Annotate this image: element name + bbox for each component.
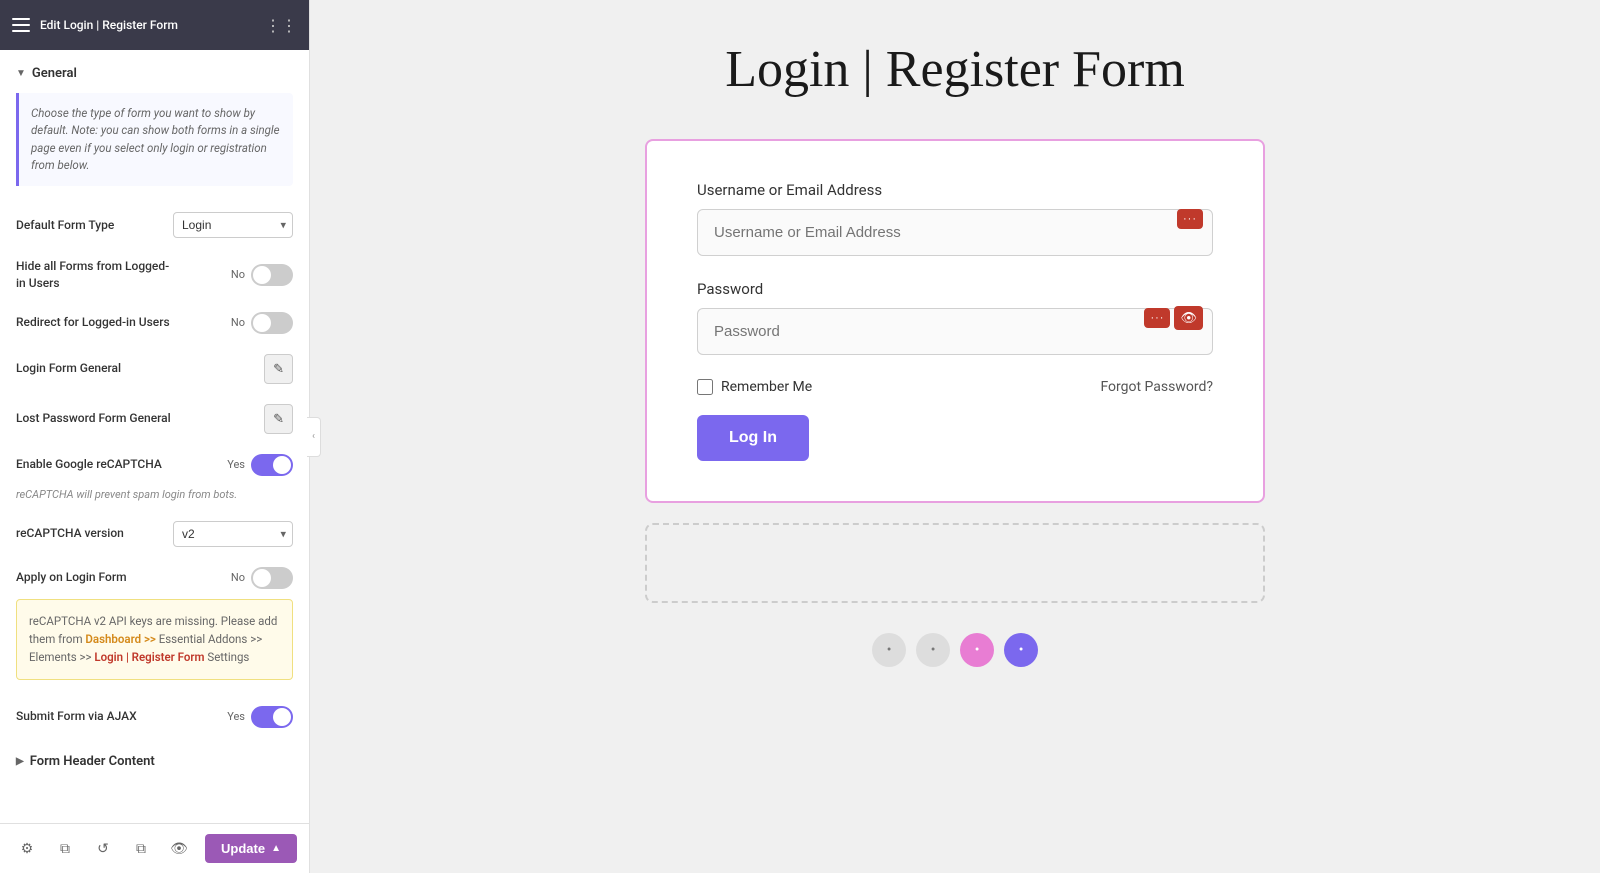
login-form-general-edit-button[interactable]: ✎ [264,354,293,384]
submit-ajax-toggle[interactable] [251,706,293,728]
warning-box: reCAPTCHA v2 API keys are missing. Pleas… [16,599,293,680]
password-eye-button[interactable]: 👁 [1174,306,1203,330]
history-icon[interactable]: ↺ [88,834,118,864]
sidebar-header: Edit Login | Register Form ⋮⋮ [0,0,309,50]
default-form-type-row: Default Form Type Login Register [0,202,309,248]
recaptcha-version-select-wrap: v2 v3 [173,521,293,547]
preview-icon[interactable]: 👁 [164,834,194,864]
general-section-header[interactable]: ▼ General [0,50,309,93]
recaptcha-note: reCAPTCHA will prevent spam login from b… [0,486,309,511]
register-form-card [645,523,1265,603]
remember-me-checkbox[interactable] [697,379,713,395]
chevron-up-icon: ▲ [271,843,281,854]
recaptcha-toggle[interactable] [251,454,293,476]
username-field-wrap: Username or Email Address ··· [697,181,1213,256]
apply-login-label: Apply on Login Form [16,569,127,586]
default-form-type-label: Default Form Type [16,217,114,234]
update-button[interactable]: Update ▲ [205,834,297,863]
sidebar-title: Edit Login | Register Form [40,18,255,32]
recaptcha-toggle-wrap: Yes [227,454,293,476]
main-content: Login | Register Form Username or Email … [310,0,1600,873]
login-form-general-row: Login Form General ✎ [0,344,309,394]
form-header-label: Form Header Content [30,754,155,769]
pagination: • • • • [872,633,1038,667]
recaptcha-label: Enable Google reCAPTCHA [16,456,162,473]
page-dot-4[interactable]: • [1004,633,1038,667]
info-box: Choose the type of form you want to show… [16,93,293,186]
username-field-icon: ··· [1177,209,1203,229]
redirect-label: Redirect for Logged-in Users [16,314,170,331]
layers-icon[interactable]: ⧉ [50,834,80,864]
redirect-row: Redirect for Logged-in Users No [0,302,309,344]
apply-login-toggle-wrap: No [231,567,293,589]
login-form-card: Username or Email Address ··· Password ·… [645,139,1265,503]
password-label: Password [697,280,1213,298]
remember-left: Remember Me [697,379,812,395]
recaptcha-row: Enable Google reCAPTCHA Yes [0,444,309,486]
form-header-section[interactable]: ▶ Form Header Content [0,738,309,781]
recaptcha-version-row: reCAPTCHA version v2 v3 [0,511,309,557]
redirect-toggle-wrap: No [231,312,293,334]
submit-ajax-toggle-wrap: Yes [227,706,293,728]
duplicate-icon[interactable]: ⧉ [126,834,156,864]
warning-text3: Settings [205,650,250,664]
password-field-wrap: Password ··· 👁 [697,280,1213,355]
chevron-right-icon: ▶ [16,756,24,767]
sidebar-footer: ⚙ ⧉ ↺ ⧉ 👁 Update ▲ [0,823,309,873]
login-button[interactable]: Log In [697,415,809,461]
settings-icon[interactable]: ⚙ [12,834,42,864]
hamburger-menu[interactable] [12,18,30,32]
sidebar-content: ▼ General Choose the type of form you wa… [0,50,309,873]
password-input[interactable] [697,308,1213,355]
username-input[interactable] [697,209,1213,256]
forgot-password-link[interactable]: Forgot Password? [1100,379,1213,395]
page-title: Login | Register Form [725,40,1185,99]
recaptcha-version-label: reCAPTCHA version [16,525,124,542]
lost-password-label: Lost Password Form General [16,410,171,427]
username-dots-button[interactable]: ··· [1177,209,1203,229]
password-dots-button[interactable]: ··· [1144,308,1170,328]
hide-forms-toggle-wrap: No [231,264,293,286]
warning-link1[interactable]: Dashboard >> [85,632,155,646]
warning-link2[interactable]: Login | Register Form [94,650,204,664]
submit-ajax-toggle-label: Yes [227,710,245,723]
redirect-toggle[interactable] [251,312,293,334]
hide-forms-label: Hide all Forms from Logged-in Users [16,258,169,292]
default-form-type-select[interactable]: Login Register [173,212,293,238]
login-form-general-label: Login Form General [16,360,121,377]
redirect-toggle-label: No [231,316,245,329]
sidebar-collapse-handle[interactable]: ‹ [307,417,321,457]
page-dot-3[interactable]: • [960,633,994,667]
submit-ajax-label: Submit Form via AJAX [16,708,137,725]
hide-forms-toggle[interactable] [251,264,293,286]
default-form-type-select-wrap: Login Register [173,212,293,238]
chevron-down-icon: ▼ [16,68,26,79]
apply-login-toggle-label: No [231,571,245,584]
general-section-label: General [32,66,77,81]
password-field-icon: ··· 👁 [1144,306,1203,330]
recaptcha-version-select[interactable]: v2 v3 [173,521,293,547]
lost-password-row: Lost Password Form General ✎ [0,394,309,444]
grid-icon[interactable]: ⋮⋮ [265,16,297,35]
page-dot-2[interactable]: • [916,633,950,667]
remember-row: Remember Me Forgot Password? [697,379,1213,395]
lost-password-edit-button[interactable]: ✎ [264,404,293,434]
username-label: Username or Email Address [697,181,1213,199]
hide-forms-row: Hide all Forms from Logged-in Users No [0,248,309,302]
apply-login-toggle[interactable] [251,567,293,589]
submit-ajax-row: Submit Form via AJAX Yes [0,696,309,738]
page-dot-1[interactable]: • [872,633,906,667]
sidebar: Edit Login | Register Form ⋮⋮ ▼ General … [0,0,310,873]
recaptcha-toggle-label: Yes [227,458,245,471]
apply-login-row: Apply on Login Form No [0,557,309,599]
remember-me-label: Remember Me [721,379,812,395]
hide-forms-toggle-label: No [231,268,245,281]
